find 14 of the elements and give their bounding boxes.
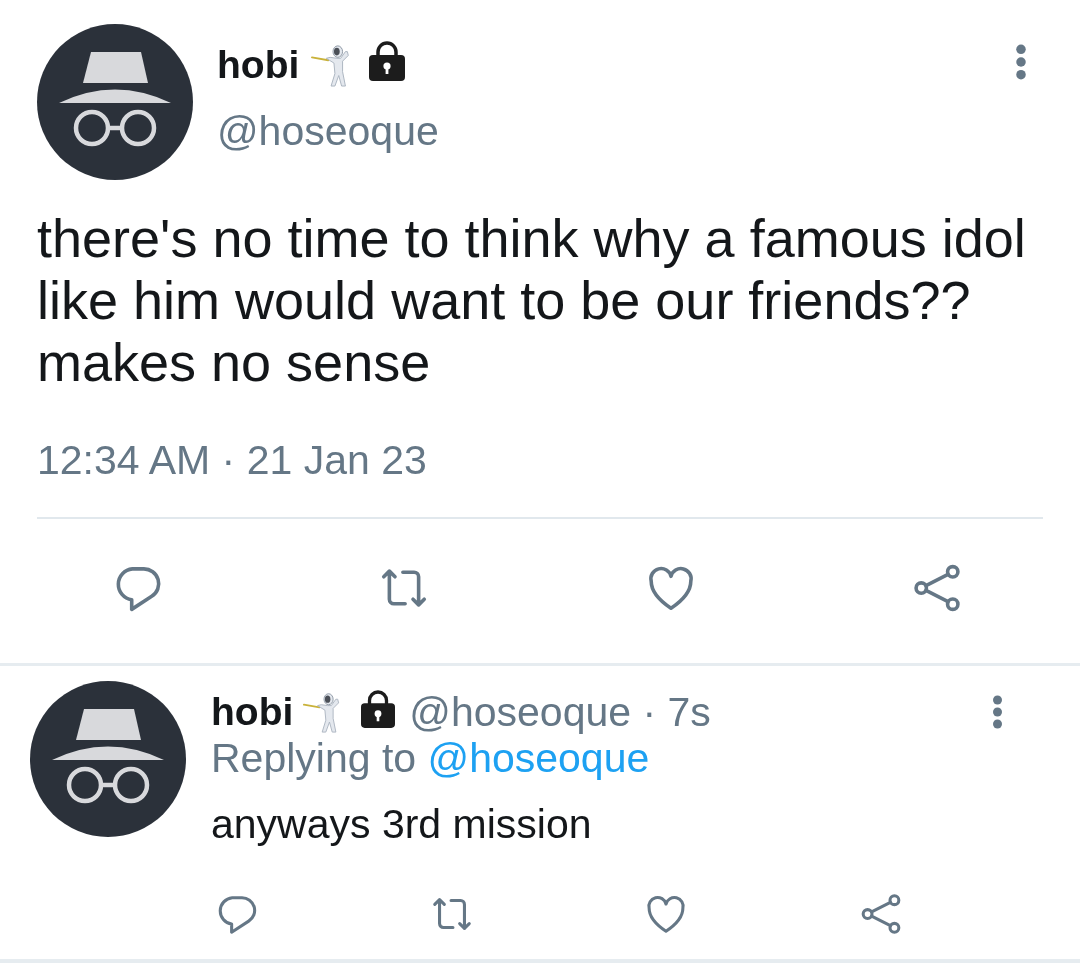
display-name[interactable]: hobi [217, 43, 300, 87]
avatar[interactable] [37, 24, 193, 180]
lock-icon [369, 41, 406, 81]
reply-text: anyways 3rd mission [211, 801, 593, 847]
display-name[interactable]: hobi [211, 690, 294, 734]
more-options-icon[interactable] [1015, 44, 1027, 80]
replying-to-text: Replying to @hoseoque [211, 735, 651, 781]
tweet-text: there's no time to think why a famous idol like him would want to be our friends?? makes no sense [37, 207, 1027, 393]
more-options-icon[interactable] [992, 695, 1003, 729]
lock-icon [361, 690, 396, 728]
timestamp: 12:34 AM · 21 Jan 23 [37, 436, 428, 484]
handle-and-time: @hoseoque · 7s [409, 689, 711, 735]
avatar[interactable] [30, 681, 186, 837]
user-handle[interactable]: @hoseoque [217, 106, 1015, 156]
